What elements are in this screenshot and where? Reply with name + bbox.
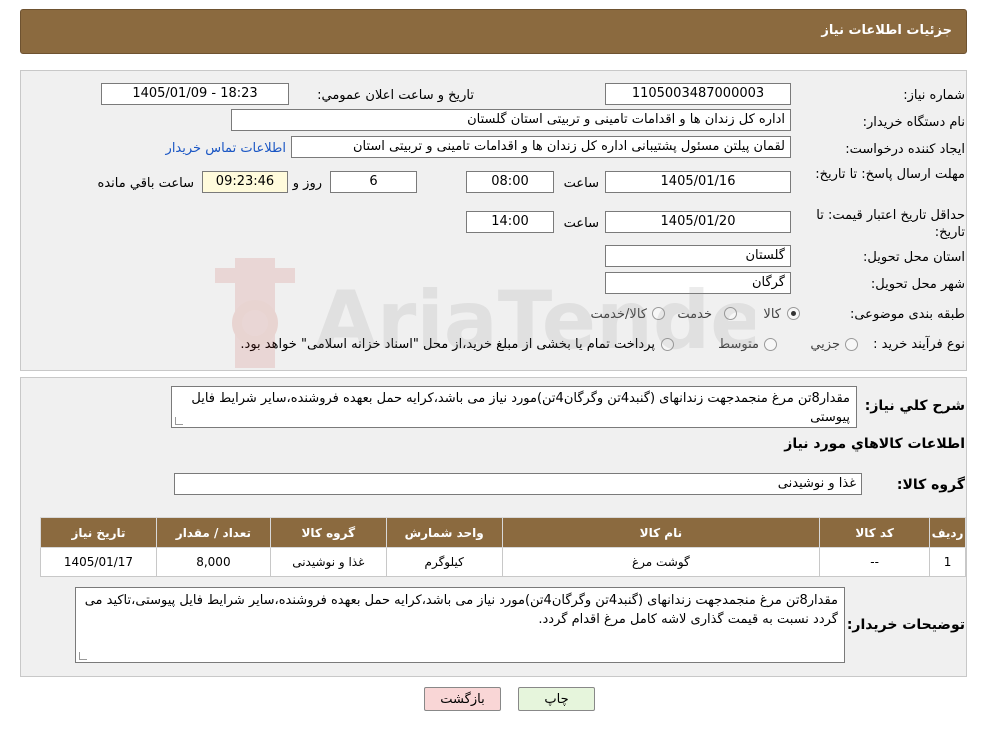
print-button[interactable]: چاپ [518, 687, 595, 711]
need-number-label: شماره نیاز: [903, 88, 965, 103]
price-validity-date-field[interactable]: 1405/01/20 [605, 211, 791, 233]
purchase-radio-minor[interactable] [845, 338, 858, 351]
city-field[interactable]: گرگان [605, 272, 791, 294]
category-radio-goods[interactable] [787, 307, 800, 320]
reply-time-field[interactable]: 08:00 [466, 171, 554, 193]
purchase-radio-medium[interactable] [764, 338, 777, 351]
remaining-time-label: ساعت باقي مانده [97, 176, 194, 191]
purchase-radio-treasury[interactable] [661, 338, 674, 351]
col-unit: واحد شمارش [385, 517, 503, 548]
city-label: شهر محل تحويل: [870, 277, 965, 292]
goods-group-label: گروه کالا: [896, 477, 965, 493]
page-title: جزئیات اطلاعات نیاز [821, 23, 952, 38]
category-label: طبقه بندی موضوعی: [849, 307, 965, 322]
col-need-date: تاريخ نياز [40, 517, 157, 548]
province-label: استان محل تحويل: [863, 250, 965, 265]
reply-deadline-label: مهلت ارسال پاسخ: تا تاريخ: [815, 167, 965, 182]
goods-table: رديف کد کالا نام کالا واحد شمارش گروه کا… [40, 517, 966, 577]
announce-datetime-field[interactable]: 1405/01/09 - 18:23 [101, 83, 289, 105]
resize-grip-icon[interactable] [79, 652, 87, 660]
price-time-label: ساعت [563, 216, 599, 231]
remaining-time-field: 09:23:46 [202, 171, 288, 193]
days-label: روز و [292, 176, 322, 191]
col-goods-name: نام کالا [501, 517, 821, 548]
purchase-option-minor: جزيي [810, 337, 840, 352]
goods-table-header: رديف کد کالا نام کالا واحد شمارش گروه کا… [40, 517, 966, 548]
goods-group-field[interactable]: غذا و نوشیدنی [174, 473, 862, 495]
cell-goods-code: -- [819, 547, 931, 577]
price-validity-time-field[interactable]: 14:00 [466, 211, 554, 233]
summary-text: مقدار8تن مرغ منجمدجهت زندانهای (گنبد4تن … [191, 391, 850, 425]
price-validity-label: حداقل تاريخ اعتبار قيمت: تا تاريخ: [816, 208, 965, 240]
cell-goods-group: غذا و نوشیدنی [269, 547, 387, 577]
buyer-notes-textarea[interactable]: مقدار8تن مرغ منجمدجهت زندانهای (گنبد4تن … [75, 587, 845, 663]
purchase-option-medium: متوسط [718, 337, 759, 352]
cell-row-number: 1 [929, 547, 966, 577]
category-radio-goods-service[interactable] [652, 307, 665, 320]
reply-date-field[interactable]: 1405/01/16 [605, 171, 791, 193]
table-row: 1 -- گوشت مرغ کیلوگرم غذا و نوشیدنی 8,00… [40, 547, 966, 577]
cell-goods-name: گوشت مرغ [501, 547, 821, 577]
goods-info-title: اطلاعات کالاهاي مورد نياز [784, 436, 965, 452]
cell-need-date: 1405/01/17 [40, 547, 157, 577]
col-goods-group: گروه کالا [269, 517, 387, 548]
need-number-field[interactable]: 1105003487000003 [605, 83, 791, 105]
cell-unit: کیلوگرم [385, 547, 503, 577]
buyer-notes-label: توضيحات خريدار: [846, 617, 965, 633]
province-field[interactable]: گلستان [605, 245, 791, 267]
days-field[interactable]: 6 [330, 171, 417, 193]
purchase-type-label: نوع فرآيند خريد : [873, 337, 965, 352]
col-goods-code: کد کالا [819, 517, 931, 548]
category-option-service: خدمت [677, 307, 712, 322]
back-button[interactable]: بازگشت [424, 687, 501, 711]
cell-quantity: 8,000 [155, 547, 271, 577]
col-row-number: رديف [929, 517, 966, 548]
requester-label: ايجاد کننده درخواست: [845, 142, 965, 157]
buyer-org-label: نام دستگاه خريدار: [862, 115, 965, 130]
requester-field[interactable]: لقمان پیلتن مسئول پشتیبانی اداره کل زندا… [291, 136, 791, 158]
col-quantity: تعداد / مقدار [155, 517, 271, 548]
page-header: جزئیات اطلاعات نیاز [20, 9, 967, 54]
summary-label: شرح کلي نياز: [864, 398, 965, 414]
category-radio-service[interactable] [724, 307, 737, 320]
category-option-goods: کالا [763, 307, 781, 322]
summary-textarea[interactable]: مقدار8تن مرغ منجمدجهت زندانهای (گنبد4تن … [171, 386, 857, 428]
resize-grip-icon[interactable] [175, 417, 183, 425]
buyer-org-field[interactable]: اداره کل زندان ها و اقدامات تامینی و ترب… [231, 109, 791, 131]
purchase-treasury-note: پرداخت تمام يا بخشی از مبلغ خريد،از محل … [240, 337, 655, 352]
announce-datetime-label: تاریخ و ساعت اعلان عمومي: [317, 88, 474, 103]
reply-time-label: ساعت [563, 176, 599, 191]
category-option-goods-service: کالا/خدمت [590, 307, 647, 322]
buyer-notes-text: مقدار8تن مرغ منجمدجهت زندانهای (گنبد4تن … [84, 593, 838, 627]
buyer-contact-link[interactable]: اطلاعات تماس خريدار [166, 141, 286, 156]
